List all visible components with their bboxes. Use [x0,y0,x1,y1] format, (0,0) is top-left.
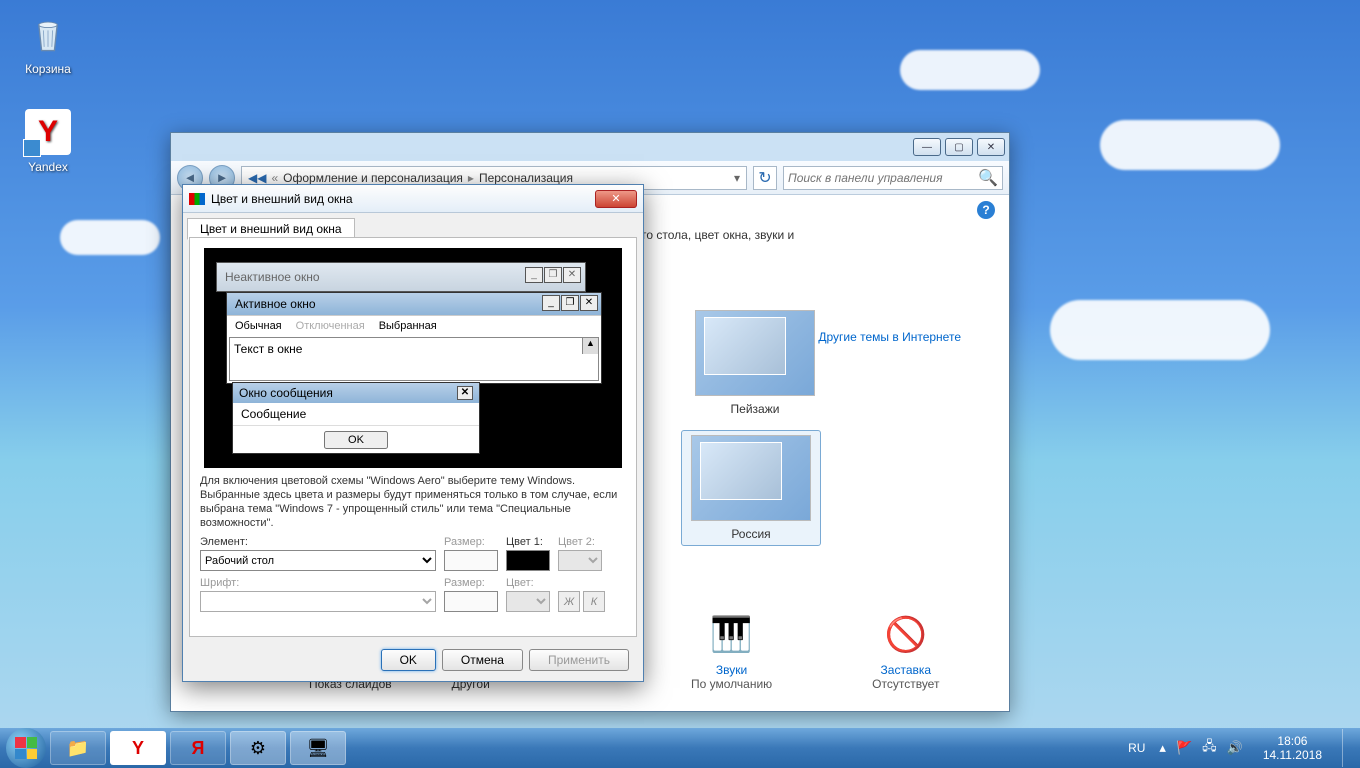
color2-select [558,550,602,571]
screensaver-icon: 🚫 [882,611,930,659]
date: 14.11.2018 [1263,748,1322,762]
tab-panel: Неактивное окно _❐✕ Активное окно _❐✕ Об… [189,237,637,637]
recycle-bin-icon [24,10,72,58]
inactive-title: Неактивное окно [225,270,320,284]
action-center-icon[interactable]: 🚩 [1176,740,1192,756]
titlebar[interactable]: — ▢ ✕ [171,133,1009,161]
scrollbar-up-icon[interactable]: ▲ [582,338,598,354]
volume-icon[interactable]: 🔊 [1227,740,1243,756]
sounds-icon: 🎹 [708,611,756,659]
color-appearance-dialog: Цвет и внешний вид окна ✕ Цвет и внешний… [182,184,644,682]
taskbar[interactable]: 📁 Y Я ⚙ 🖥 RU ▴ 🚩 🖧 🔊 18:06 14.11.2018 [0,728,1360,768]
minimize-button[interactable]: — [913,138,941,156]
font-size-label: Размер: [444,577,498,589]
taskbar-yandex[interactable]: Y [110,731,166,765]
font-color-select [506,591,550,612]
taskbar-personalization[interactable]: 🖥 [290,731,346,765]
tab-strip: Цвет и внешний вид окна [183,213,643,237]
clock[interactable]: 18:06 14.11.2018 [1253,734,1332,762]
element-select[interactable]: Рабочий стол [200,550,436,571]
menu-normal[interactable]: Обычная [235,320,282,332]
dialog-close-button[interactable]: ✕ [595,190,637,208]
breadcrumb[interactable]: Персонализация [479,171,573,185]
preview-area[interactable]: Неактивное окно _❐✕ Активное окно _❐✕ Об… [204,248,622,468]
sounds-title: Звуки [691,663,772,677]
taskbar-control-panel[interactable]: ⚙ [230,731,286,765]
theme-thumb [691,435,811,521]
ok-button[interactable]: OK [381,649,436,671]
preview-menu[interactable]: Обычная Отключенная Выбранная [227,315,601,335]
menu-disabled: Отключенная [296,320,365,332]
theme-russia[interactable]: Россия [681,430,821,546]
apply-button[interactable]: Применить [529,649,629,671]
msgbox-ok-button[interactable]: OK [324,431,388,449]
font-size-input [444,591,498,612]
recycle-bin-label: Корзина [25,62,71,76]
sounds-link[interactable]: 🎹 Звуки По умолчанию [691,611,772,691]
preview-textbox[interactable]: Текст в окне ▲ [229,337,599,381]
msgbox-title: Окно сообщения [239,386,333,400]
screensaver-value: Отсутствует [872,677,939,691]
hint-text: Для включения цветовой схемы "Windows Ae… [200,474,626,530]
color2-label: Цвет 2: [558,536,602,548]
bottom-links: 🎹 Звуки По умолчанию 🚫 Заставка Отсутств… [691,611,939,691]
refresh-button[interactable]: ↻ [753,166,777,190]
screensaver-title: Заставка [872,663,939,677]
windows-flag-icon [189,193,205,205]
search-icon: 🔍 [978,168,998,188]
preview-messagebox[interactable]: Окно сообщения ✕ Сообщение OK [232,382,480,454]
bold-button: Ж [558,591,580,612]
help-icon[interactable]: ? [977,201,995,219]
tray-chevron-icon[interactable]: ▴ [1159,740,1166,756]
size-input [444,550,498,571]
preview-inactive-window[interactable]: Неактивное окно _❐✕ [216,262,586,292]
element-label: Элемент: [200,536,436,548]
sounds-value: По умолчанию [691,677,772,691]
color1-label: Цвет 1: [506,536,550,548]
dialog-title: Цвет и внешний вид окна [211,192,353,206]
dialog-titlebar[interactable]: Цвет и внешний вид окна ✕ [183,185,643,213]
yandex-shortcut[interactable]: Y Yandex [10,108,86,174]
close-button[interactable]: ✕ [977,138,1005,156]
msgbox-body: Сообщение [233,403,479,425]
font-select [200,591,436,612]
search-box[interactable]: 🔍 [783,166,1003,190]
yandex-icon: Y [24,108,72,156]
time: 18:06 [1263,734,1322,748]
active-title: Активное окно [235,297,316,311]
recycle-bin[interactable]: Корзина [10,10,86,76]
font-color-label: Цвет: [506,577,550,589]
search-input[interactable] [788,171,978,185]
cancel-button[interactable]: Отмена [442,649,523,671]
screensaver-link[interactable]: 🚫 Заставка Отсутствует [872,611,939,691]
system-tray: RU ▴ 🚩 🖧 🔊 18:06 14.11.2018 [1124,729,1354,767]
breadcrumb[interactable]: Оформление и персонализация [283,171,463,185]
msgbox-close-icon[interactable]: ✕ [457,386,473,400]
preview-active-window[interactable]: Активное окно _❐✕ Обычная Отключенная Вы… [226,292,602,384]
maximize-button[interactable]: ▢ [945,138,973,156]
taskbar-explorer[interactable]: 📁 [50,731,106,765]
show-desktop-button[interactable] [1342,729,1354,767]
theme-label: Россия [686,527,816,541]
color1-select[interactable] [506,550,550,571]
theme-thumb [695,310,815,396]
yandex-label: Yandex [28,160,68,174]
italic-button: К [583,591,605,612]
size-label: Размер: [444,536,498,548]
theme-landscapes[interactable]: Пейзажи [685,310,825,416]
menu-selected[interactable]: Выбранная [379,320,437,332]
windows-logo-icon [15,737,37,759]
window-text: Текст в окне [234,342,302,356]
more-themes-link[interactable]: Другие темы в Интернете [818,330,961,344]
taskbar-yandex-app[interactable]: Я [170,731,226,765]
network-icon[interactable]: 🖧 [1202,737,1217,759]
font-label: Шрифт: [200,577,436,589]
language-indicator[interactable]: RU [1124,739,1149,757]
start-button[interactable] [6,728,46,768]
theme-label: Пейзажи [685,402,825,416]
